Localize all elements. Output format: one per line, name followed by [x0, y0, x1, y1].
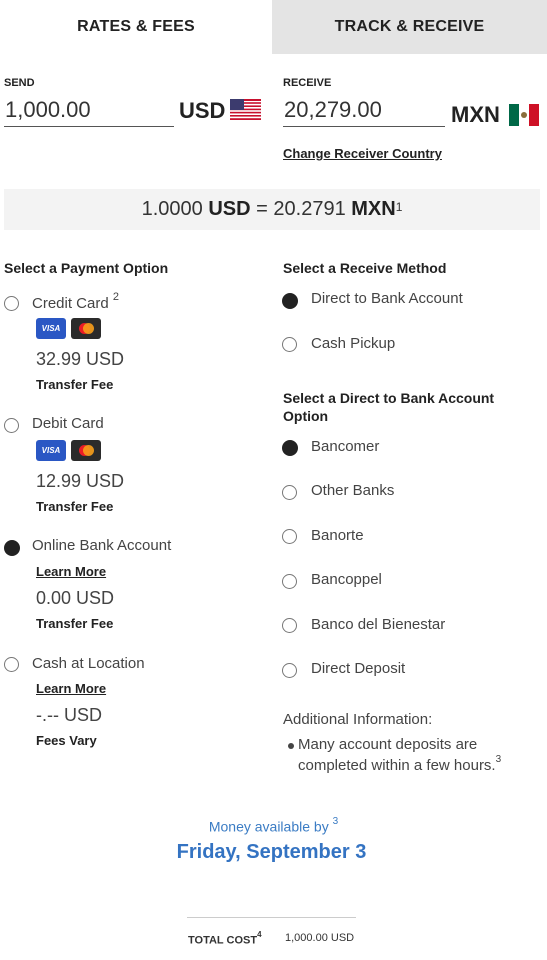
send-label: SEND: [4, 77, 35, 89]
rate-from-amount: 1.0000: [141, 198, 203, 220]
online-bank-account-radio[interactable]: [4, 540, 20, 556]
direct-to-bank-option[interactable]: Direct to Bank Account: [311, 290, 463, 307]
total-cost-label: TOTAL COST4: [188, 930, 262, 947]
visa-card-icon: VISA: [36, 318, 66, 339]
debit-card-radio[interactable]: [4, 418, 19, 433]
money-available-label: Money available by 3: [0, 816, 547, 835]
debit-card-fee: 12.99 USD: [36, 471, 125, 491]
total-cost-text: TOTAL COST: [188, 934, 258, 947]
debit-card-option[interactable]: Debit Card: [32, 415, 104, 432]
direct-deposit-radio[interactable]: [282, 663, 297, 678]
cash-at-location-option[interactable]: Cash at Location: [32, 655, 145, 672]
tab-bar: RATES & FEES TRACK & RECEIVE: [0, 0, 547, 54]
online-bank-account-option[interactable]: Online Bank Account: [32, 537, 171, 554]
money-available-footnote: 3: [332, 816, 339, 827]
bank-option-title-line1: Select a Direct to Bank Account: [283, 390, 495, 406]
send-currency: USD: [179, 98, 226, 123]
money-available-text: Money available by: [208, 818, 329, 835]
rate-equals: =: [256, 198, 268, 220]
bullet-dot: [288, 743, 294, 749]
cash-at-location-radio[interactable]: [4, 657, 19, 672]
receive-currency: MXN: [451, 102, 500, 127]
online-bank-learn-more-link[interactable]: Learn More: [36, 564, 106, 579]
credit-card-fee-label: Transfer Fee: [36, 377, 114, 392]
credit-card-label: Credit Card: [32, 295, 109, 312]
banorte-option[interactable]: Banorte: [311, 527, 364, 544]
receive-amount-input[interactable]: [283, 96, 445, 127]
total-divider: [187, 917, 356, 918]
mx-flag-icon: [509, 104, 539, 126]
change-receiver-country-link[interactable]: Change Receiver Country: [283, 146, 442, 161]
credit-card-fee: 32.99 USD: [36, 349, 125, 369]
rate-to-currency: MXN: [351, 198, 396, 220]
rate-footnote: 1: [395, 199, 403, 214]
tab-track-receive[interactable]: TRACK & RECEIVE: [272, 0, 547, 54]
total-cost-footnote: 4: [257, 930, 262, 939]
total-cost-value: 1,000.00 USD: [285, 932, 355, 944]
online-bank-fee: 0.00 USD: [36, 588, 115, 608]
debit-card-fee-label: Transfer Fee: [36, 499, 114, 514]
other-banks-option[interactable]: Other Banks: [311, 482, 394, 499]
direct-to-bank-radio[interactable]: [282, 293, 298, 309]
cash-location-fee: -.-- USD: [36, 705, 102, 725]
credit-card-radio[interactable]: [4, 296, 19, 311]
bank-option-title: Select a Direct to Bank Account Option: [283, 389, 494, 425]
other-banks-radio[interactable]: [282, 485, 297, 500]
bancomer-option[interactable]: Bancomer: [311, 438, 379, 455]
exchange-rate-bar: 1.0000 USD = 20.2791 MXN 1: [4, 189, 540, 230]
bank-option-title-line2: Option: [283, 408, 329, 424]
online-bank-fee-label: Transfer Fee: [36, 616, 114, 631]
bancoppel-option[interactable]: Bancoppel: [311, 571, 382, 588]
banorte-radio[interactable]: [282, 529, 297, 544]
credit-card-footnote: 2: [112, 291, 119, 303]
additional-info-bullet: Many account deposits are completed with…: [298, 736, 496, 774]
payment-option-title: Select a Payment Option: [4, 260, 169, 276]
tab-rates-fees[interactable]: RATES & FEES: [0, 0, 272, 54]
rate-from-currency: USD: [208, 198, 251, 220]
banco-del-bienestar-radio[interactable]: [282, 618, 297, 633]
direct-deposit-option[interactable]: Direct Deposit: [311, 660, 405, 677]
receive-method-title: Select a Receive Method: [283, 260, 447, 276]
send-amount-input[interactable]: [4, 96, 174, 127]
us-flag-icon: [230, 99, 261, 120]
cash-pickup-radio[interactable]: [282, 337, 297, 352]
mastercard-icon: [71, 318, 101, 339]
credit-card-option[interactable]: Credit Card 2: [32, 291, 119, 312]
visa-card-icon: VISA: [36, 440, 66, 461]
bancoppel-radio[interactable]: [282, 574, 297, 589]
bancomer-radio[interactable]: [282, 440, 298, 456]
cash-pickup-option[interactable]: Cash Pickup: [311, 335, 395, 352]
mastercard-icon: [71, 440, 101, 461]
additional-info-text: Many account deposits are completed with…: [298, 736, 538, 774]
rate-to-amount: 20.2791: [273, 198, 346, 220]
banco-del-bienestar-option[interactable]: Banco del Bienestar: [311, 616, 445, 633]
money-available-date: Friday, September 3: [176, 841, 367, 863]
cash-location-learn-more-link[interactable]: Learn More: [36, 681, 106, 696]
additional-info-footnote: 3: [495, 754, 502, 765]
cash-location-fee-label: Fees Vary: [36, 733, 97, 748]
additional-info-title: Additional Information:: [283, 711, 433, 728]
receive-label: RECEIVE: [283, 77, 332, 89]
